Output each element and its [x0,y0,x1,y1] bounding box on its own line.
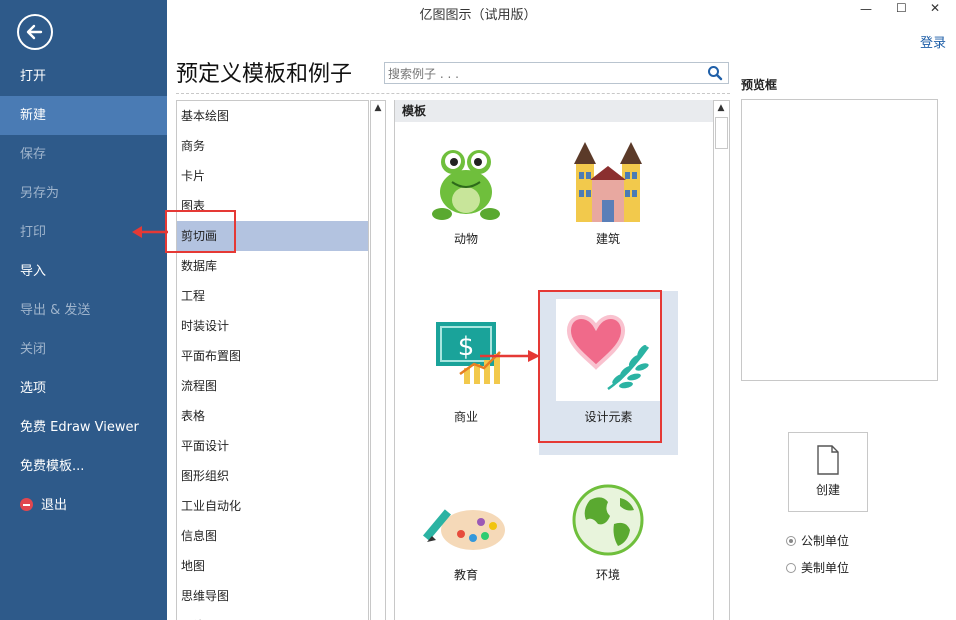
sidebar-item-export-send[interactable]: 导出 & 发送 [0,291,167,330]
globe-icon [572,484,644,556]
sidebar: 打开 新建 保存 另存为 打印 导入 导出 & 发送 关闭 选项 免费 Edra… [0,0,167,620]
template-label: 动物 [453,232,478,246]
create-button[interactable]: 创建 [788,432,868,512]
back-arrow-icon [26,24,43,40]
category-item[interactable]: 基本绘图 [177,101,368,131]
us-units-radio[interactable]: 美制单位 [786,559,849,576]
radio-label: 公制单位 [801,534,850,548]
scrollbar-thumb[interactable] [715,117,728,149]
highlight-box-template [538,290,662,443]
radio-dot [786,563,796,573]
category-item[interactable]: 地图 [177,551,368,581]
template-label: 商业 [453,410,478,424]
sidebar-item-options[interactable]: 选项 [0,369,167,408]
sidebar-item-exit-label: 退出 [41,498,68,513]
search-input[interactable] [385,63,700,85]
page-title: 预定义模板和例子 [176,62,353,87]
radio-dot [786,536,796,546]
sidebar-menu: 打开 新建 保存 另存为 打印 导入 导出 & 发送 关闭 选项 免费 Edra… [0,57,167,525]
template-label: 教育 [453,568,478,582]
divider [176,93,730,94]
scroll-up-icon[interactable]: ▲ [714,101,728,115]
exit-icon [20,498,33,511]
category-item[interactable]: 表格 [177,401,368,431]
login-link[interactable]: 登录 [920,32,946,51]
category-item[interactable]: 思维导图 [177,581,368,611]
template-tile-animals[interactable]: 动物 [415,140,517,260]
sidebar-item-edraw-viewer[interactable]: 免费 Edraw Viewer [0,408,167,447]
category-item[interactable]: 卡片 [177,161,368,191]
frog-icon [432,150,500,220]
preview-label: 预览框 [741,78,778,92]
templates-header: 模板 [395,100,713,122]
new-document-icon [817,445,839,475]
minimize-button[interactable]: — [860,2,872,16]
maximize-button[interactable]: ☐ [896,1,907,15]
template-tile-business[interactable]: $ 商业 [415,310,517,430]
category-item[interactable]: 网络图 [177,611,368,620]
category-item[interactable]: 工程 [177,281,368,311]
template-label: 环境 [595,568,620,582]
window-title: 亿图图示（试用版） [419,8,537,23]
highlight-box-category [165,210,236,253]
search-icon[interactable] [707,65,723,81]
close-button[interactable]: ✕ [930,1,940,15]
sidebar-item-import[interactable]: 导入 [0,252,167,291]
palette-icon [423,509,505,550]
category-item[interactable]: 平面设计 [177,431,368,461]
metric-units-radio[interactable]: 公制单位 [786,532,849,549]
red-arrow-icon [480,350,540,362]
sidebar-item-close[interactable]: 关闭 [0,330,167,369]
category-item[interactable]: 信息图 [177,521,368,551]
scroll-up-icon[interactable]: ▲ [371,101,385,115]
sidebar-item-new[interactable]: 新建 [0,96,167,135]
radio-label: 美制单位 [801,561,850,575]
category-item[interactable]: 工业自动化 [177,491,368,521]
category-item[interactable]: 商务 [177,131,368,161]
svg-text:$: $ [458,332,475,362]
category-item[interactable]: 流程图 [177,371,368,401]
search-box [384,62,729,85]
sidebar-item-save-as[interactable]: 另存为 [0,174,167,213]
category-item[interactable]: 数据库 [177,251,368,281]
template-label: 建筑 [595,232,620,246]
template-tile-environment[interactable]: 环境 [557,480,659,600]
category-item[interactable]: 图形组织 [177,461,368,491]
sidebar-item-open[interactable]: 打开 [0,57,167,96]
preview-box [741,99,938,381]
templates-scrollbar[interactable]: ▲ [713,100,730,620]
building-icon [574,142,642,222]
red-arrow-icon [132,226,168,238]
category-item[interactable]: 平面布置图 [177,341,368,371]
template-tile-education[interactable]: 教育 [415,480,517,600]
category-scrollbar[interactable]: ▲ [370,100,386,620]
template-tile-buildings[interactable]: 建筑 [557,140,659,260]
category-list: 基本绘图 商务 卡片 图表 剪切画 数据库 工程 时装设计 平面布置图 流程图 … [176,100,369,620]
sidebar-item-exit[interactable]: 退出 [0,486,167,525]
sidebar-item-free-templates[interactable]: 免费模板... [0,447,167,486]
sidebar-item-save[interactable]: 保存 [0,135,167,174]
create-button-label: 创建 [815,483,840,497]
category-item[interactable]: 时装设计 [177,311,368,341]
